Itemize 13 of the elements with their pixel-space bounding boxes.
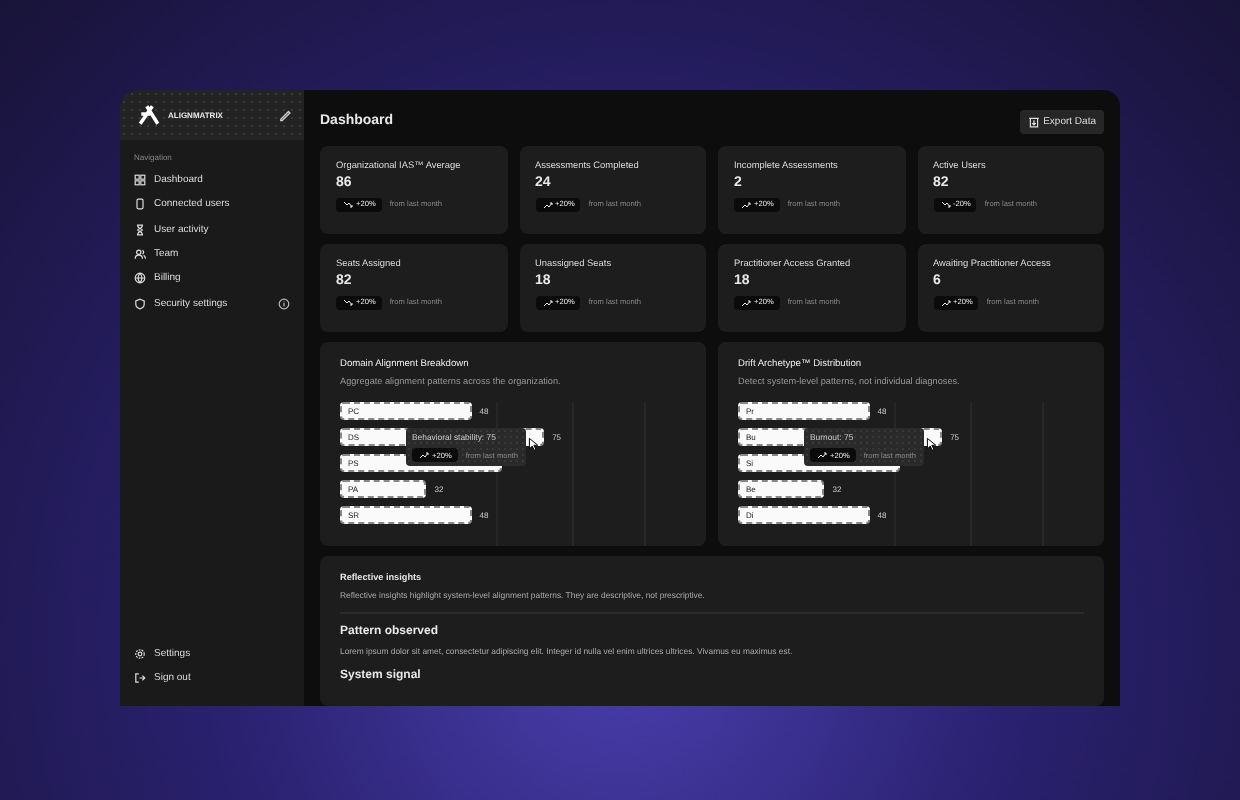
logo-icon	[136, 104, 162, 126]
people-icon	[134, 248, 146, 261]
pencil-icon	[278, 108, 292, 122]
hourglass-icon	[134, 223, 146, 236]
gear-icon	[134, 647, 146, 660]
globe-icon	[134, 272, 146, 285]
cursor-icon	[528, 436, 542, 452]
cursor-icon	[926, 436, 940, 452]
phone-icon	[134, 198, 146, 211]
sign-out-icon	[134, 671, 146, 684]
shield-icon	[134, 297, 146, 310]
grid-icon	[134, 174, 146, 187]
export-icon	[1027, 115, 1040, 127]
